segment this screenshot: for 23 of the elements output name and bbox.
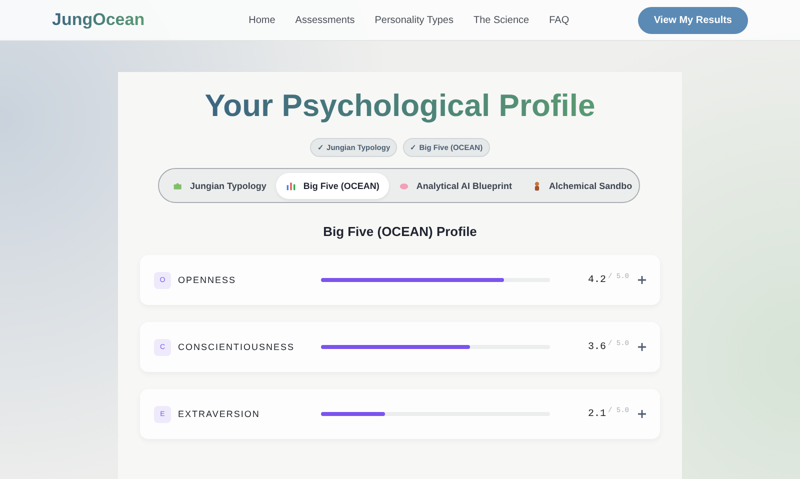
trait-score: 4.2 [588,274,606,286]
tab[interactable]: Analytical AI Blueprint [389,172,522,198]
puzzle-icon [173,180,183,190]
plus-icon[interactable] [638,276,646,284]
view-results-button[interactable]: View My Results [638,6,748,34]
tab[interactable]: Jungian Typology [163,172,276,198]
bar-chart-icon [286,180,296,190]
nav-link[interactable]: The Science [474,14,530,26]
nav-link[interactable]: Home [248,14,276,26]
nav-link[interactable]: Personality Types [374,14,454,26]
logo[interactable]: JungOcean [52,10,145,30]
trait-name: OPENNESS [178,275,238,285]
trait-name: EXTRAVERSION [178,409,261,419]
nav-link[interactable]: FAQ [549,14,570,26]
trait-score: 3.6 [588,342,606,352]
trait-score: 2.1 [588,408,606,420]
trait-name: CONSCIENTIOUSNESS [178,342,296,352]
tab[interactable]: Alchemical Sandbo [522,172,642,198]
nav-link[interactable]: Assessments [295,14,355,26]
plus-icon[interactable] [638,343,646,351]
section-title: Big Five (OCEAN) Profile [323,224,477,239]
plus-icon[interactable] [638,410,646,418]
tab[interactable]: Big Five (OCEAN) [276,172,390,198]
